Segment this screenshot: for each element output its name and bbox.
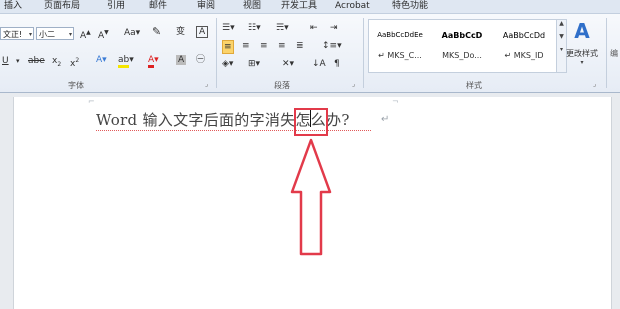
multilevel-list-icon[interactable]: ☴▾ (276, 22, 289, 34)
styles-dialog-launcher-icon[interactable]: ⌟ (593, 78, 596, 90)
tab-acrobat[interactable]: Acrobat (335, 0, 370, 12)
paragraph-mark: ↵ (381, 114, 390, 125)
chevron-down-icon: ▾ (580, 59, 584, 66)
style-item[interactable]: AaBbCcDdEe ↵ MKS_C... (370, 23, 430, 67)
tab-insert[interactable]: 插入 (4, 0, 22, 12)
phonetic-guide-icon[interactable]: 变 (176, 26, 185, 38)
clear-format-icon[interactable]: ✎ (152, 26, 161, 38)
font-group-label: 字体 (68, 81, 84, 90)
show-marks-icon[interactable]: ¶ (334, 58, 340, 70)
annotation-arrow-icon (290, 138, 332, 256)
group-divider (216, 18, 217, 88)
chevron-down-icon[interactable]: ▾ (16, 55, 20, 67)
font-name-combo[interactable]: 文正! ▾ (0, 27, 34, 40)
chinese-layout-icon[interactable]: ✕▾ (282, 58, 294, 70)
styles-group-label: 样式 (466, 81, 482, 90)
font-size-combo[interactable]: 小二 ▾ (36, 27, 74, 40)
distributed-icon[interactable]: ≣ (296, 40, 304, 52)
grammar-underline (96, 128, 371, 131)
tab-page-layout[interactable]: 页面布局 (44, 0, 80, 12)
char-border-icon[interactable]: A (196, 26, 209, 38)
paragraph-dialog-launcher-icon[interactable]: ⌟ (352, 78, 355, 90)
font-dialog-launcher-icon[interactable]: ⌟ (205, 78, 208, 90)
editing-group-edge: 编 (610, 49, 618, 58)
borders-icon[interactable]: ⊞▾ (248, 58, 260, 70)
tab-special-features[interactable]: 特色功能 (392, 0, 428, 12)
tab-mailings[interactable]: 邮件 (149, 0, 167, 12)
style-name: ↵ MKS_C... (378, 51, 422, 60)
style-name: ↵ MKS_ID (504, 51, 544, 60)
underline-icon[interactable]: U (2, 55, 9, 67)
decrease-indent-icon[interactable]: ⇤ (310, 22, 318, 34)
font-size-value: 小二 (39, 30, 55, 39)
font-color-icon[interactable]: A▾ (148, 54, 159, 68)
font-name-value: 文正! (3, 30, 23, 39)
style-sample: AaBbCcDd (502, 31, 546, 40)
strikethrough-icon[interactable]: abe (28, 55, 45, 67)
highlight-icon[interactable]: ab▾ (118, 54, 134, 68)
tab-view[interactable]: 视图 (243, 0, 261, 12)
styles-gallery: AaBbCcDdEe ↵ MKS_C... AaBbCcD MKS_Do... … (368, 19, 558, 73)
shading-icon[interactable]: ◈▾ (222, 58, 233, 70)
text-effects-icon[interactable]: A▾ (96, 54, 107, 66)
margin-corner-mark: ¬ (392, 97, 399, 106)
change-styles-label: 更改样式 (566, 49, 598, 58)
change-styles-button[interactable]: A 更改样式 ▾ (560, 20, 604, 66)
style-item[interactable]: AaBbCcD MKS_Do... (432, 23, 492, 67)
line-spacing-icon[interactable]: ↕≡▾ (322, 40, 342, 52)
sort-icon[interactable]: ↓A (312, 58, 326, 70)
align-left-icon[interactable]: ≡ (222, 40, 234, 54)
chevron-down-icon: ▾ (28, 31, 32, 38)
enclose-char-icon[interactable]: ㊀ (196, 54, 205, 66)
style-sample: AaBbCcDdEe (377, 31, 423, 39)
tab-references[interactable]: 引用 (107, 0, 125, 12)
grow-font-icon[interactable]: A▲ (80, 27, 91, 42)
increase-indent-icon[interactable]: ⇥ (330, 22, 338, 34)
tab-review[interactable]: 审阅 (197, 0, 215, 12)
shrink-font-icon[interactable]: A▼ (98, 27, 109, 42)
style-sample: AaBbCcD (441, 31, 483, 40)
group-divider (606, 18, 607, 88)
paragraph-group-label: 段落 (274, 81, 290, 90)
char-shading-icon[interactable]: A (176, 54, 187, 66)
justify-icon[interactable]: ≡ (278, 40, 286, 52)
margin-corner-mark: ⌐ (88, 97, 95, 106)
bullets-icon[interactable]: ☰▾ (222, 22, 235, 34)
change-case-icon[interactable]: Aa▾ (124, 27, 140, 39)
tab-developer[interactable]: 开发工具 (281, 0, 317, 12)
ribbon: 文正! ▾ 小二 ▾ A▲ A▼ Aa▾ ✎ 变 A U ▾ abe x2 x2 A… (0, 14, 620, 93)
subscript-icon[interactable]: x2 (52, 55, 61, 71)
style-name: MKS_Do... (442, 51, 482, 60)
annotation-highlight-box (294, 108, 328, 136)
group-divider (363, 18, 364, 88)
align-center-icon[interactable]: ≡ (242, 40, 250, 52)
superscript-icon[interactable]: x2 (70, 55, 79, 70)
ribbon-tabs: 插入 页面布局 引用 邮件 审阅 视图 开发工具 Acrobat 特色功能 (0, 0, 620, 14)
change-styles-icon: A (574, 19, 590, 43)
numbering-icon[interactable]: ☷▾ (248, 22, 261, 34)
align-right-icon[interactable]: ≡ (260, 40, 268, 52)
style-item[interactable]: AaBbCcDd ↵ MKS_ID (494, 23, 554, 67)
chevron-down-icon: ▾ (68, 31, 72, 38)
